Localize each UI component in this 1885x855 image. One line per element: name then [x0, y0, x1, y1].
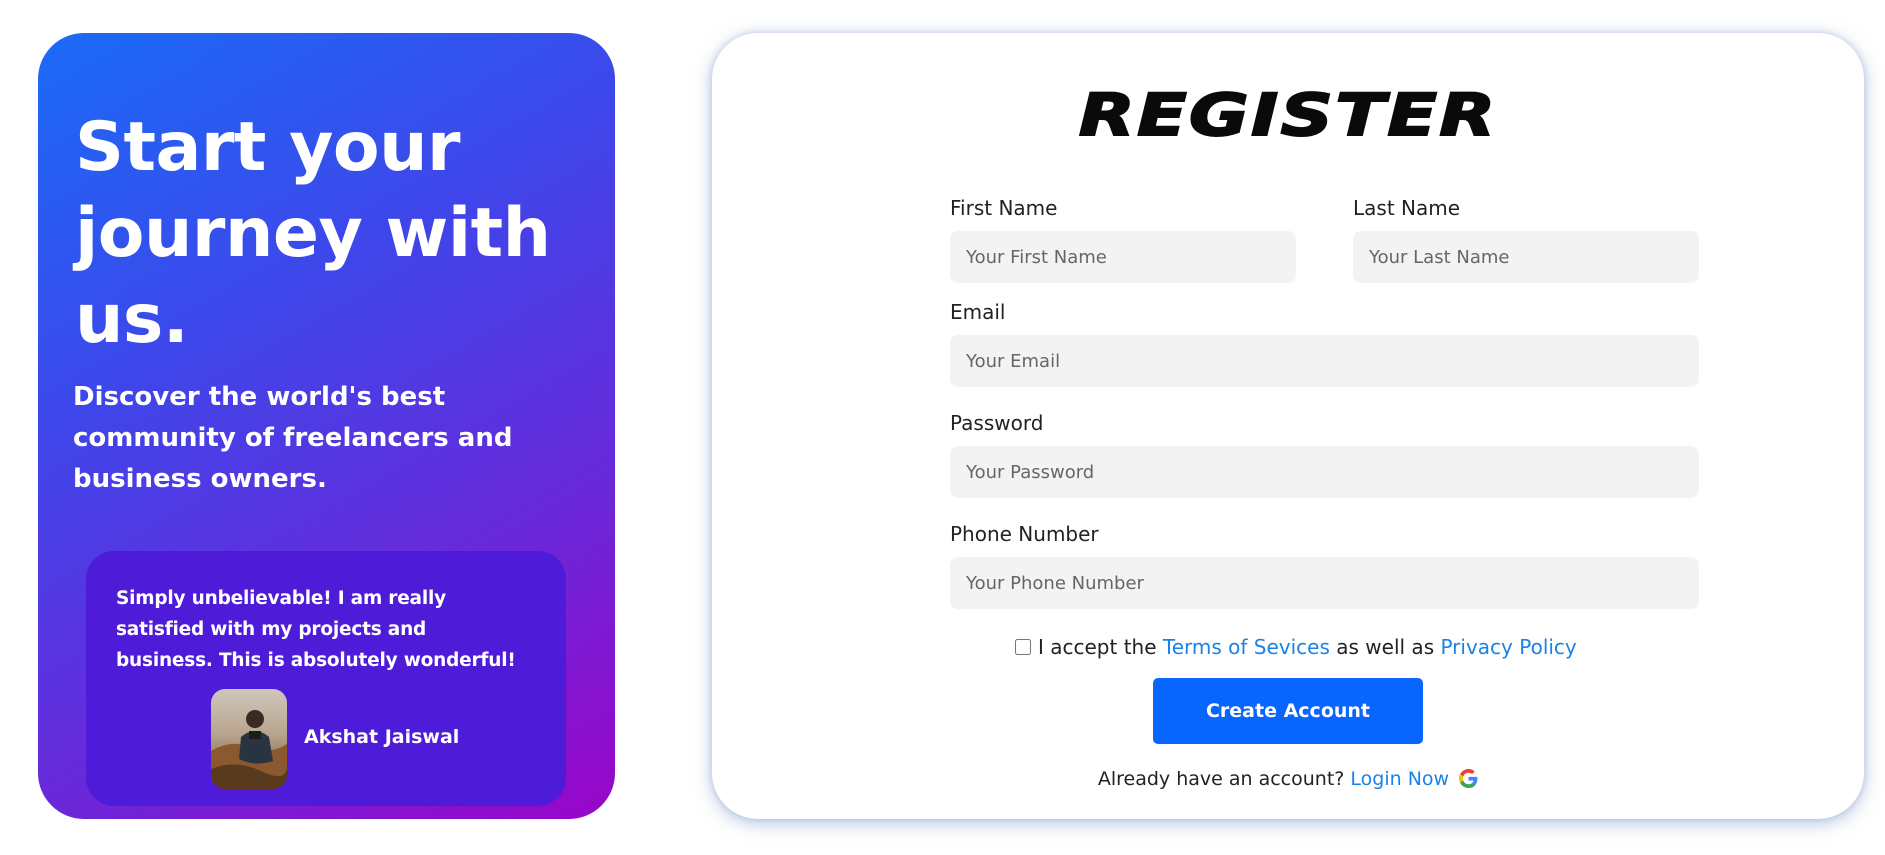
avatar [211, 689, 287, 789]
email-label: Email [950, 300, 1006, 324]
register-heading: REGISTER [1078, 80, 1498, 150]
password-label: Password [950, 411, 1044, 435]
terms-of-service-link[interactable]: Terms of Sevices [1163, 635, 1330, 659]
create-account-button[interactable]: Create Account [1153, 678, 1423, 744]
hero-subtitle: Discover the world's best community of f… [73, 382, 513, 494]
testimonial-quote: Simply unbelievable! I am really satisfi… [116, 588, 516, 671]
password-input[interactable] [950, 446, 1699, 498]
email-input[interactable] [950, 335, 1699, 387]
terms-prefix: I accept the [1038, 635, 1157, 659]
page: Start your journey with us. Discover the… [0, 0, 1885, 855]
google-icon[interactable] [1459, 769, 1478, 793]
login-prompt: Already have an account? [1097, 768, 1345, 790]
first-name-input[interactable] [950, 231, 1296, 283]
terms-checkbox[interactable] [1015, 639, 1031, 655]
last-name-input[interactable] [1353, 231, 1699, 283]
first-name-label: First Name [950, 196, 1058, 220]
register-card: REGISTER First Name Last Name Email Pass… [712, 33, 1864, 819]
login-now-link[interactable]: Login Now [1350, 768, 1449, 790]
phone-input[interactable] [950, 557, 1699, 609]
last-name-label: Last Name [1353, 196, 1461, 220]
privacy-policy-link[interactable]: Privacy Policy [1440, 635, 1576, 659]
hero-title: Start your journey with us. [75, 108, 551, 359]
testimonial-author: Akshat Jaiswal [304, 726, 460, 748]
login-row: Already have an account? Login Now [712, 768, 1864, 793]
terms-row: I accept the Terms of Sevices as well as… [1015, 635, 1577, 659]
hero-panel: Start your journey with us. Discover the… [38, 33, 615, 819]
testimonial-card: Simply unbelievable! I am really satisfi… [86, 551, 566, 806]
phone-label: Phone Number [950, 522, 1099, 546]
terms-middle: as well as [1336, 635, 1435, 659]
